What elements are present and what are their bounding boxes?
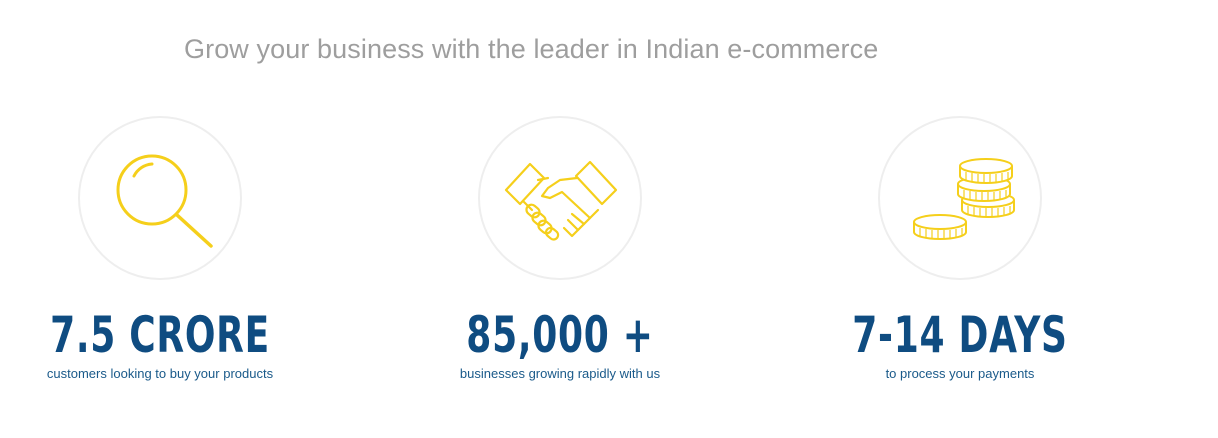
stat-value: 85,000 +: [466, 306, 654, 364]
icon-circle: [478, 116, 642, 280]
magnifying-glass-icon: [116, 154, 213, 248]
icon-circle: [78, 116, 242, 280]
stat-payments: 7-14 DAYS to process your payments: [760, 116, 1160, 381]
icon-circle: [878, 116, 1042, 280]
stat-value: 7-14 DAYS: [852, 306, 1068, 364]
stat-value: 7.5 CRORE: [50, 306, 270, 364]
stat-customers: 7.5 CRORE customers looking to buy your …: [0, 116, 360, 381]
stat-businesses: 85,000 + businesses growing rapidly with…: [360, 116, 760, 381]
stat-label: customers looking to buy your products: [46, 366, 274, 381]
page-headline: Grow your business with the leader in In…: [184, 34, 879, 64]
stat-label: businesses growing rapidly with us: [459, 366, 661, 381]
handshake-icon: [504, 160, 618, 241]
stat-label: to process your payments: [885, 366, 1035, 381]
coins-icon: [913, 158, 1015, 240]
